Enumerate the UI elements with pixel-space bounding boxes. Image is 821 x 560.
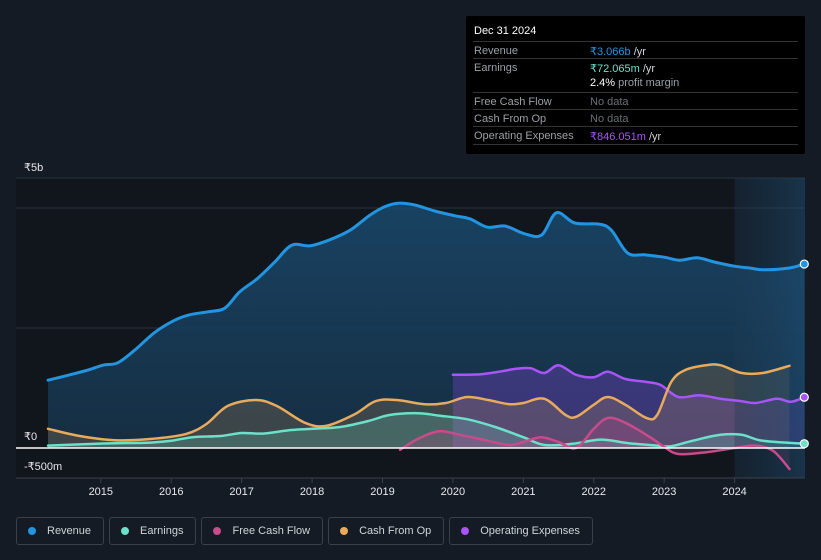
legend-item-free-cash-flow[interactable]: Free Cash Flow bbox=[201, 517, 324, 545]
tooltip-row-revenue: Revenue ₹3.066b /yr bbox=[473, 41, 798, 59]
legend-item-operating-expenses[interactable]: Operating Expenses bbox=[449, 517, 593, 545]
tooltip-fcf-value: No data bbox=[590, 96, 629, 108]
tooltip-unit: /yr bbox=[645, 131, 662, 143]
y-tick-label: ₹5b bbox=[24, 162, 43, 174]
legend: Revenue Earnings Free Cash Flow Cash Fro… bbox=[16, 517, 593, 545]
tooltip-unit: /yr bbox=[639, 63, 656, 75]
tooltip-label: Free Cash Flow bbox=[474, 96, 552, 108]
revenue-dot-icon bbox=[28, 527, 36, 535]
legend-label: Free Cash Flow bbox=[232, 525, 311, 537]
x-tick-label: 2016 bbox=[159, 486, 183, 498]
x-tick-label: 2022 bbox=[582, 486, 606, 498]
earnings-end-marker bbox=[799, 439, 809, 449]
legend-label: Earnings bbox=[140, 525, 184, 537]
x-tick-label: 2020 bbox=[441, 486, 465, 498]
tooltip-date: Dec 31 2024 bbox=[474, 25, 537, 37]
tooltip-label: Revenue bbox=[474, 45, 519, 57]
legend-label: Cash From Op bbox=[359, 525, 432, 537]
legend-label: Operating Expenses bbox=[480, 525, 580, 537]
tooltip-earnings-value: ₹72.065m bbox=[590, 63, 640, 75]
x-tick-label: 2024 bbox=[722, 486, 746, 498]
tooltip-cfo-value: No data bbox=[590, 113, 629, 125]
x-tick-label: 2019 bbox=[370, 486, 394, 498]
x-tick-label: 2021 bbox=[511, 486, 535, 498]
tooltip-row-fcf: Free Cash Flow No data bbox=[473, 92, 798, 110]
legend-item-cash-from-op[interactable]: Cash From Op bbox=[328, 517, 445, 545]
x-tick-label: 2018 bbox=[300, 486, 324, 498]
y-tick-label: -₹500m bbox=[24, 461, 62, 473]
tooltip-profit-margin: 2.4% profit margin bbox=[590, 77, 679, 89]
tooltip-row-opex: Operating Expenses ₹846.051m /yr bbox=[473, 126, 798, 145]
tooltip-label: Operating Expenses bbox=[474, 130, 574, 142]
earnings-dot-icon bbox=[121, 527, 130, 535]
x-tick-label: 2017 bbox=[229, 486, 253, 498]
forecast-highlight-region bbox=[734, 178, 805, 478]
tooltip: Dec 31 2024 Revenue ₹3.066b /yr Earnings… bbox=[466, 16, 805, 154]
tooltip-unit: /yr bbox=[630, 46, 646, 58]
y-tick-label: ₹0 bbox=[24, 431, 37, 443]
x-tick-label: 2015 bbox=[89, 486, 113, 498]
revenue-end-marker bbox=[799, 259, 809, 269]
legend-item-revenue[interactable]: Revenue bbox=[16, 517, 105, 545]
tooltip-revenue-value: ₹3.066b bbox=[590, 46, 631, 58]
x-tick-label: 2023 bbox=[652, 486, 676, 498]
tooltip-label: Earnings bbox=[474, 62, 518, 74]
profit-margin-value: 2.4% bbox=[590, 77, 616, 89]
legend-label: Revenue bbox=[47, 525, 92, 537]
free-cash-flow-dot-icon bbox=[213, 527, 222, 535]
operating-expenses-end-marker bbox=[799, 392, 809, 402]
tooltip-label: Cash From Op bbox=[474, 113, 547, 125]
profit-margin-label: profit margin bbox=[615, 77, 680, 89]
cash-from-op-dot-icon bbox=[340, 527, 349, 535]
tooltip-opex-value: ₹846.051m bbox=[590, 131, 646, 143]
operating-expenses-dot-icon bbox=[461, 527, 470, 535]
tooltip-row-earnings: Earnings ₹72.065m /yr bbox=[473, 58, 798, 76]
legend-item-earnings[interactable]: Earnings bbox=[109, 517, 197, 545]
tooltip-row-cfo: Cash From Op No data bbox=[473, 109, 798, 127]
x-ticks: 2015 2016 2017 2018 2019 2020 2021 2022 2023 2024 bbox=[89, 478, 747, 498]
